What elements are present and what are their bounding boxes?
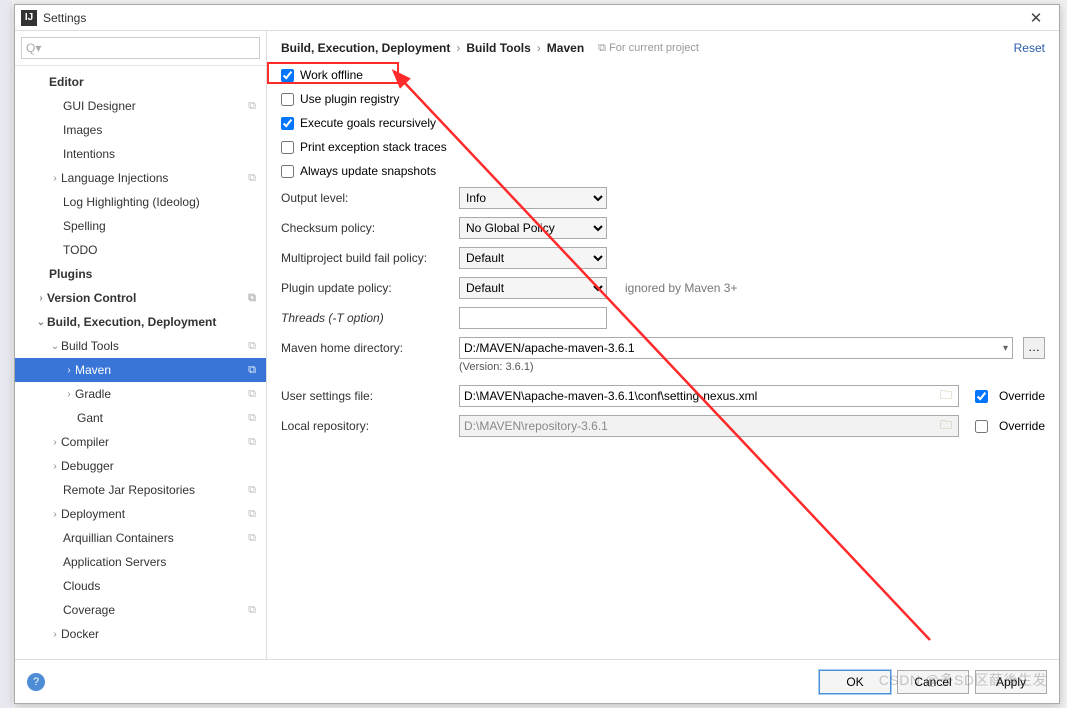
window-title: Settings xyxy=(43,11,1019,25)
breadcrumb-2[interactable]: Build Tools xyxy=(466,41,530,55)
tree-bed[interactable]: ⌄Build, Execution, Deployment xyxy=(15,310,266,334)
tree-coverage[interactable]: Coverage⧉ xyxy=(15,598,266,622)
tree-clouds[interactable]: Clouds xyxy=(15,574,266,598)
cancel-button[interactable]: Cancel xyxy=(897,670,969,694)
user-settings-override-label: Override xyxy=(999,389,1045,403)
exec-goals-label: Execute goals recursively xyxy=(300,116,436,130)
checksum-label: Checksum policy: xyxy=(281,221,451,235)
tree-plugins[interactable]: Plugins xyxy=(15,262,266,286)
apply-button[interactable]: Apply xyxy=(975,670,1047,694)
tree-editor[interactable]: Editor xyxy=(15,70,266,94)
maven-version-label: (Version: 3.6.1) xyxy=(281,361,1045,373)
local-repo-override-label: Override xyxy=(999,419,1045,433)
tree-deployment[interactable]: ›Deployment⧉ xyxy=(15,502,266,526)
local-repo-field: D:\MAVEN\repository-3.6.1🗀 xyxy=(459,415,959,437)
tree-gui-designer[interactable]: GUI Designer⧉ xyxy=(15,94,266,118)
main-panel: Build, Execution, Deployment › Build Too… xyxy=(267,31,1059,659)
close-button[interactable]: ✕ xyxy=(1019,9,1053,27)
plugin-update-label: Plugin update policy: xyxy=(281,281,451,295)
dialog-footer: ? OK Cancel Apply xyxy=(15,659,1059,703)
maven-home-label: Maven home directory: xyxy=(281,341,451,355)
exec-goals-checkbox[interactable] xyxy=(281,117,294,130)
tree-arquillian[interactable]: Arquillian Containers⧉ xyxy=(15,526,266,550)
settings-tree: Editor GUI Designer⧉ Images Intentions ›… xyxy=(15,66,266,659)
tree-compiler[interactable]: ›Compiler⧉ xyxy=(15,430,266,454)
tree-remote-jar[interactable]: Remote Jar Repositories⧉ xyxy=(15,478,266,502)
tree-gradle[interactable]: ›Gradle⧉ xyxy=(15,382,266,406)
breadcrumb: Build, Execution, Deployment › Build Too… xyxy=(281,41,1045,55)
breadcrumb-1[interactable]: Build, Execution, Deployment xyxy=(281,41,450,55)
work-offline-checkbox[interactable] xyxy=(281,69,294,82)
checksum-select[interactable]: No Global Policy xyxy=(459,217,607,239)
print-ex-checkbox[interactable] xyxy=(281,141,294,154)
tree-app-servers[interactable]: Application Servers xyxy=(15,550,266,574)
tree-spelling[interactable]: Spelling xyxy=(15,214,266,238)
settings-dialog: IJ Settings ✕ Editor GUI Designer⧉ Image… xyxy=(14,4,1060,704)
breadcrumb-3: Maven xyxy=(547,41,584,55)
work-offline-label: Work offline xyxy=(300,68,363,82)
project-hint: For current project xyxy=(598,42,699,55)
update-snap-label: Always update snapshots xyxy=(300,164,436,178)
tree-todo[interactable]: TODO xyxy=(15,238,266,262)
local-repo-label: Local repository: xyxy=(281,419,451,433)
local-repo-override-checkbox[interactable] xyxy=(975,420,988,433)
browse-button[interactable]: … xyxy=(1023,337,1045,359)
help-icon[interactable]: ? xyxy=(27,673,45,691)
plugin-registry-checkbox[interactable] xyxy=(281,93,294,106)
user-settings-label: User settings file: xyxy=(281,389,451,403)
multiproject-select[interactable]: Default xyxy=(459,247,607,269)
folder-icon[interactable]: 🗀 xyxy=(940,416,952,437)
update-snap-checkbox[interactable] xyxy=(281,165,294,178)
tree-debugger[interactable]: ›Debugger xyxy=(15,454,266,478)
tree-build-tools[interactable]: ⌄Build Tools⧉ xyxy=(15,334,266,358)
sidebar: Editor GUI Designer⧉ Images Intentions ›… xyxy=(15,31,267,659)
output-level-select[interactable]: Info xyxy=(459,187,607,209)
titlebar: IJ Settings ✕ xyxy=(15,5,1059,31)
app-icon: IJ xyxy=(21,10,37,26)
reset-link[interactable]: Reset xyxy=(1014,41,1045,55)
tree-gant[interactable]: Gant⧉ xyxy=(15,406,266,430)
tree-intentions[interactable]: Intentions xyxy=(15,142,266,166)
threads-input[interactable] xyxy=(459,307,607,329)
folder-icon[interactable]: 🗀 xyxy=(940,386,952,407)
multiproject-label: Multiproject build fail policy: xyxy=(281,251,451,265)
plugin-registry-label: Use plugin registry xyxy=(300,92,399,106)
output-level-label: Output level: xyxy=(281,191,451,205)
user-settings-override-checkbox[interactable] xyxy=(975,390,988,403)
ok-button[interactable]: OK xyxy=(819,670,891,694)
print-ex-label: Print exception stack traces xyxy=(300,140,447,154)
tree-lang-injections[interactable]: ›Language Injections⧉ xyxy=(15,166,266,190)
maven-home-combo[interactable]: D:/MAVEN/apache-maven-3.6.1▾ xyxy=(459,337,1013,359)
tree-docker[interactable]: ›Docker xyxy=(15,622,266,646)
plugin-update-hint: ignored by Maven 3+ xyxy=(625,281,737,295)
user-settings-field[interactable]: D:\MAVEN\apache-maven-3.6.1\conf\setting… xyxy=(459,385,959,407)
threads-label: Threads (-T option) xyxy=(281,311,451,325)
plugin-update-select[interactable]: Default xyxy=(459,277,607,299)
chevron-down-icon: ▾ xyxy=(1003,343,1008,354)
tree-images[interactable]: Images xyxy=(15,118,266,142)
tree-log-highlighting[interactable]: Log Highlighting (Ideolog) xyxy=(15,190,266,214)
search-input[interactable] xyxy=(21,37,260,59)
tree-version-control[interactable]: ›Version Control⧉ xyxy=(15,286,266,310)
tree-maven[interactable]: ›Maven⧉ xyxy=(15,358,266,382)
